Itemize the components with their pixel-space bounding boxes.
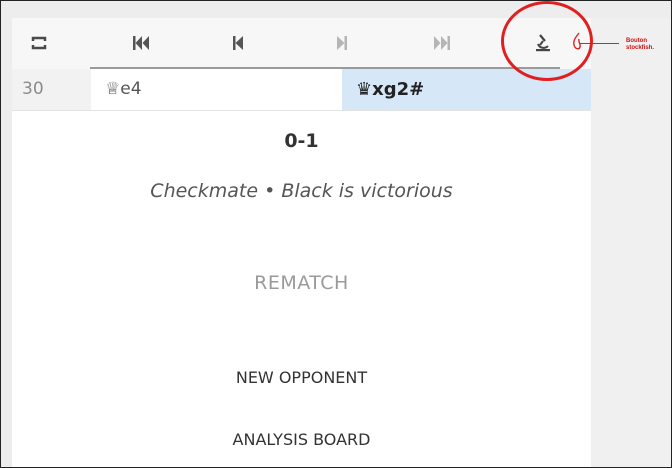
previous-move-icon[interactable] [223,28,253,58]
annotation-arrow [579,43,619,44]
analysis-board-button[interactable]: ANALYSIS BOARD [12,430,591,449]
rematch-button[interactable]: REMATCH [12,272,591,294]
black-move-current[interactable]: ♛xg2# [342,69,591,110]
annotation-flame-icon [571,31,583,57]
first-move-icon[interactable] [126,28,156,58]
white-move[interactable]: ♕e4 [91,69,342,110]
game-panel: 30 ♕e4 ♛xg2# 0-1 Checkmate • Black is vi… [12,18,591,467]
move-toolbar [12,18,591,69]
annotation-label: Bouton stockfish. [626,38,655,51]
next-move-icon[interactable] [327,28,357,58]
last-move-icon[interactable] [427,28,457,58]
flip-board-icon[interactable] [24,28,54,58]
right-margin [591,18,671,467]
screenshot-frame: 30 ♕e4 ♛xg2# 0-1 Checkmate • Black is vi… [0,0,672,468]
move-number: 30 [12,69,91,110]
game-status: Checkmate • Black is victorious [150,180,453,202]
move-row: 30 ♕e4 ♛xg2# [12,69,591,111]
game-score: 0-1 [284,130,319,152]
stockfish-analysis-icon[interactable] [528,28,558,58]
new-opponent-button[interactable]: NEW OPPONENT [12,368,591,387]
